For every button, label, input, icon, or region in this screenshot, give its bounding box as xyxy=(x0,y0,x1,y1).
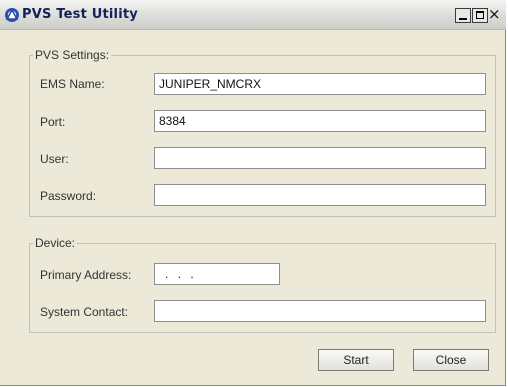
start-button[interactable]: Start xyxy=(318,349,394,371)
maximize-icon xyxy=(476,11,484,19)
port-label: Port: xyxy=(40,115,66,129)
system-contact-label: System Contact: xyxy=(40,305,129,319)
close-button[interactable]: Close xyxy=(413,349,489,371)
app-icon xyxy=(5,8,19,22)
ems-name-input[interactable] xyxy=(154,73,486,95)
window-title: PVS Test Utility xyxy=(22,7,138,22)
pvs-settings-legend: PVS Settings: xyxy=(33,48,112,62)
user-label: User: xyxy=(40,152,69,166)
minimize-button[interactable] xyxy=(455,8,471,23)
port-input[interactable] xyxy=(154,110,486,132)
system-contact-input[interactable] xyxy=(154,300,486,322)
ems-name-label: EMS Name: xyxy=(40,77,105,91)
primary-address-input[interactable] xyxy=(154,263,280,285)
minimize-icon xyxy=(459,18,467,20)
password-label: Password: xyxy=(40,189,97,203)
title-bar[interactable]: PVS Test Utility × xyxy=(0,0,506,30)
primary-address-label: Primary Address: xyxy=(40,268,132,282)
device-legend: Device: xyxy=(33,236,78,250)
maximize-button[interactable] xyxy=(472,8,488,23)
pvs-test-utility-window: PVS Test Utility × PVS Settings: EMS Nam… xyxy=(0,0,506,386)
password-input[interactable] xyxy=(154,184,486,206)
user-input[interactable] xyxy=(154,147,486,169)
close-window-button[interactable]: × xyxy=(488,6,501,22)
